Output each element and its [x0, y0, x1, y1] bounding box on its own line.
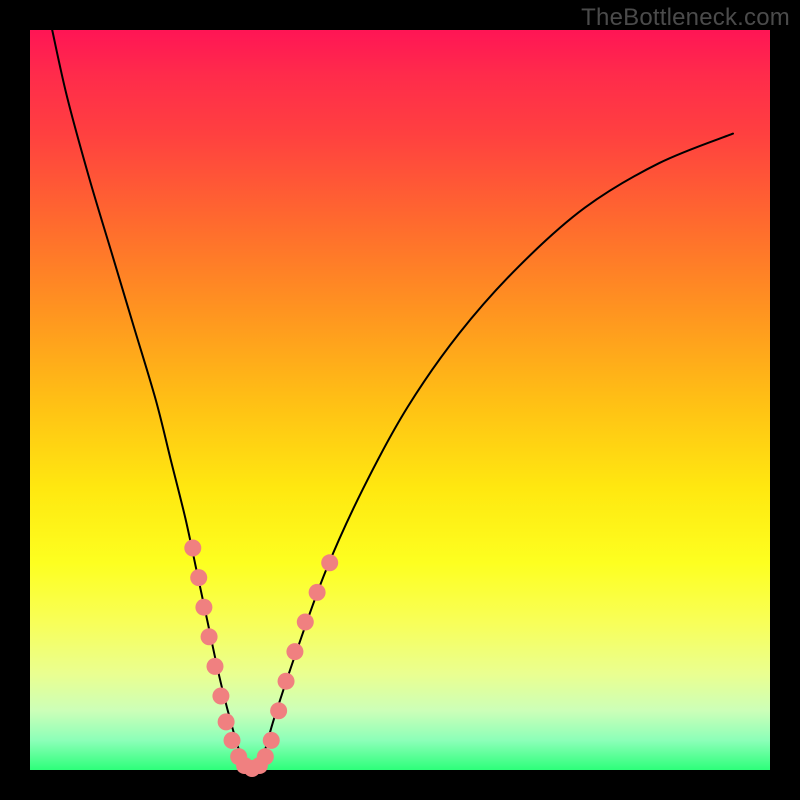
marker-dot [321, 554, 338, 571]
marker-dot [195, 599, 212, 616]
marker-dot [263, 732, 280, 749]
marker-dot [309, 584, 326, 601]
marker-dot [278, 673, 295, 690]
marker-dot [224, 732, 241, 749]
marker-dot [270, 702, 287, 719]
marker-dot [286, 643, 303, 660]
bottleneck-curve [52, 30, 733, 770]
marker-dot [297, 614, 314, 631]
curve-path [52, 30, 733, 770]
marker-dot [257, 748, 274, 765]
chart-frame: TheBottleneck.com [0, 0, 800, 800]
marker-dot [218, 713, 235, 730]
marker-dot [207, 658, 224, 675]
watermark-text: TheBottleneck.com [581, 4, 790, 32]
highlight-dots [184, 540, 338, 778]
marker-dot [201, 628, 218, 645]
marker-dot [184, 540, 201, 557]
marker-dot [190, 569, 207, 586]
chart-overlay [0, 0, 800, 800]
marker-dot [212, 688, 229, 705]
